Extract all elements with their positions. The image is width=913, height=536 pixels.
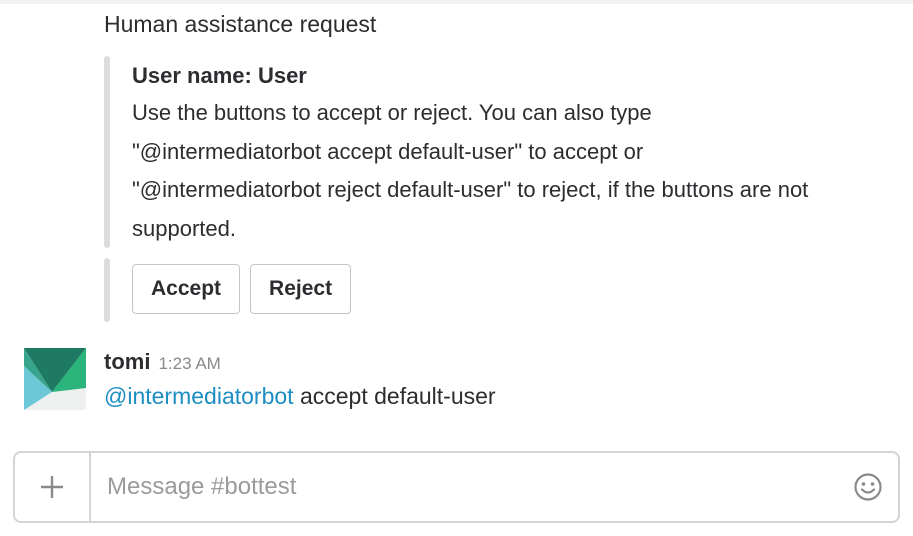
chat-message: tomi 1:23 AM @intermediatorbot accept def… xyxy=(24,346,884,416)
avatar[interactable] xyxy=(24,348,86,410)
message-header: tomi 1:23 AM xyxy=(104,346,221,380)
top-divider xyxy=(0,0,913,4)
message-text: accept default-user xyxy=(293,383,496,409)
plus-icon[interactable] xyxy=(15,453,91,521)
actions-bar xyxy=(104,258,110,322)
attachment-bar xyxy=(104,56,110,248)
attachment-actions: Accept Reject xyxy=(132,264,352,314)
sender-name[interactable]: tomi xyxy=(104,349,150,374)
message-text: Human assistance request xyxy=(104,11,377,37)
attachment-title: User name: User xyxy=(132,63,307,88)
message-input[interactable] xyxy=(91,453,838,521)
message-composer xyxy=(13,451,900,523)
user-mention-link[interactable]: @intermediatorbot xyxy=(104,383,294,409)
attachment-body: User name: User Use the buttons to accep… xyxy=(132,60,822,248)
attachment-text: Use the buttons to accept or reject. You… xyxy=(132,100,809,241)
message-body: @intermediatorbot accept default-user xyxy=(104,380,496,412)
emoji-smiley-icon[interactable] xyxy=(838,453,898,521)
timestamp[interactable]: 1:23 AM xyxy=(158,354,220,373)
reject-button[interactable]: Reject xyxy=(250,264,352,314)
accept-button[interactable]: Accept xyxy=(132,264,241,314)
